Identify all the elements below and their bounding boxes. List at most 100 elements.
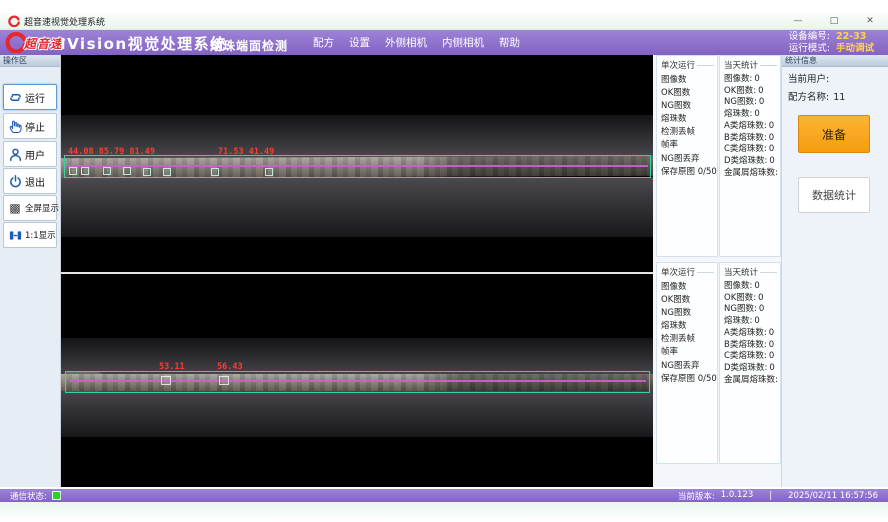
stat-row: NG图数:0 <box>724 97 780 109</box>
app-header: 超音速 IVision视觉处理系统 熔珠端面检测 配方 设置 外侧相机 内侧相机… <box>0 30 888 55</box>
today-stats-panel-top: 当天统计 图像数:0 OK图数:0 NG图数:0 熔珠数:0 A类熔珠数:0 B… <box>719 55 781 257</box>
stat-row: 图像数 <box>661 281 717 294</box>
info-panel-header: 统计信息 <box>782 55 888 67</box>
menu-item-recipe[interactable]: 配方 <box>313 35 334 50</box>
device-info: 设备编号: 22-33 运行模式: 手动调试 <box>789 32 874 54</box>
today-stats-title: 当天统计 <box>724 266 777 278</box>
menu-item-settings[interactable]: 设置 <box>349 35 370 50</box>
stat-row: 保存原图 0/500 <box>661 166 717 179</box>
single-run-panel-bottom: 单次运行 图像数 OK图数 NG图数 熔珠数 检测丢帧 帧率 NG图丢弃 保存原… <box>656 262 718 464</box>
run-button-label: 运行 <box>25 90 45 105</box>
menu-item-inner-camera[interactable]: 内侧相机 <box>442 35 484 50</box>
desktop-margin <box>0 502 888 522</box>
stat-row: 图像数 <box>661 74 717 87</box>
stat-row: 图像数:0 <box>724 281 780 293</box>
maximize-icon[interactable]: □ <box>828 14 840 29</box>
measurement-annotation: 44.08 85.79 81.49 <box>68 147 155 157</box>
single-run-title: 单次运行 <box>661 59 714 71</box>
minimize-icon[interactable]: — <box>792 14 804 29</box>
stat-row: 检测丢帧 <box>661 333 717 346</box>
stat-row: 金属屑熔珠数:0 <box>724 375 780 387</box>
menu-bar: 配方 设置 外侧相机 内侧相机 帮助 <box>313 30 520 55</box>
user-button-label: 用户 <box>25 147 45 162</box>
stat-row: C类熔珠数:0 <box>724 144 780 156</box>
stop-button[interactable]: 停止 <box>3 113 57 139</box>
version-value: 1.0.123 <box>721 490 753 502</box>
run-mode-value: 手动调试 <box>836 44 874 55</box>
comm-status-label: 通信状态: <box>10 490 47 502</box>
bead-marker-box <box>161 376 171 385</box>
today-stats-title: 当天统计 <box>724 59 777 71</box>
device-id-value: 22-33 <box>836 32 874 43</box>
measurement-annotation: 71.53 41.49 <box>218 147 274 157</box>
one-to-one-button[interactable]: 1:1显示 <box>3 222 57 248</box>
bead-marker-box <box>143 168 151 176</box>
user-button[interactable]: 用户 <box>3 141 57 167</box>
stat-row: NG图数 <box>661 100 717 113</box>
fullscreen-button[interactable]: ▩ 全屏显示 <box>3 195 57 221</box>
app-window: 超音速视觉处理系统 — □ ✕ 超音速 IVision视觉处理系统 熔珠端面检测… <box>0 0 888 522</box>
stat-row: 熔珠数:0 <box>724 316 780 328</box>
camera-viewport-top[interactable]: 44.08 85.79 81.49 71.53 41.49 <box>61 55 653 272</box>
camera-viewport-bottom[interactable]: 53.11 56.43 <box>61 274 653 487</box>
stat-row: 熔珠数 <box>661 320 717 333</box>
stat-row: 保存原图 0/500 <box>661 373 717 386</box>
stat-row: D类熔珠数:0 <box>724 363 780 375</box>
bead-marker-box <box>81 167 89 175</box>
stat-row: 金属屑熔珠数:0 <box>724 168 780 180</box>
stat-row: 帧率 <box>661 346 717 359</box>
bead-marker-box <box>219 376 229 385</box>
stat-row: NG图数 <box>661 307 717 320</box>
stat-row: OK图数 <box>661 294 717 307</box>
stat-row: NG图数:0 <box>724 304 780 316</box>
one-to-one-button-label: 1:1显示 <box>25 229 56 241</box>
recipe-name-value: 11 <box>833 92 845 103</box>
menu-item-help[interactable]: 帮助 <box>499 35 520 50</box>
image-band-lower <box>61 177 653 237</box>
page-title: IVision视觉处理系统 <box>60 33 227 54</box>
single-run-panel-top: 单次运行 图像数 OK图数 NG图数 熔珠数 检测丢帧 帧率 NG图丢弃 保存原… <box>656 55 718 257</box>
info-panel: 统计信息 当前用户: 配方名称: 11 准备 数据统计 <box>781 55 888 487</box>
run-cycle-icon <box>7 89 23 105</box>
stat-row: NG图丢弃 <box>661 360 717 373</box>
menu-item-outer-camera[interactable]: 外侧相机 <box>385 35 427 50</box>
exit-button[interactable]: 退出 <box>3 168 57 194</box>
window-controls: — □ ✕ <box>792 14 880 29</box>
today-stats-panel-bottom: 当天统计 图像数:0 OK图数:0 NG图数:0 熔珠数:0 A类熔珠数:0 B… <box>719 262 781 464</box>
measurement-line <box>70 380 646 382</box>
bead-marker-box <box>103 167 111 175</box>
stat-row: OK图数:0 <box>724 293 780 305</box>
measurement-annotation: 53.11 <box>159 362 185 372</box>
one-to-one-icon <box>7 227 23 243</box>
recipe-name-label: 配方名称: <box>788 92 829 103</box>
stat-row: 熔珠数:0 <box>724 109 780 121</box>
stat-row: OK图数 <box>661 87 717 100</box>
current-user-label: 当前用户: <box>788 74 829 85</box>
window-title: 超音速视觉处理系统 <box>24 15 105 28</box>
stat-row: 帧率 <box>661 139 717 152</box>
recipe-name-row: 配方名称: 11 <box>782 85 888 103</box>
stat-row: D类熔珠数:0 <box>724 156 780 168</box>
current-user-row: 当前用户: <box>782 67 888 85</box>
fullscreen-icon: ▩ <box>7 200 23 216</box>
status-bar-right: 当前版本: 1.0.123 | 2025/02/11 16:57:56 <box>678 490 878 502</box>
bead-marker-box <box>163 168 171 176</box>
status-bar: 通信状态: 当前版本: 1.0.123 | 2025/02/11 16:57:5… <box>0 489 888 502</box>
datetime-value: 2025/02/11 16:57:56 <box>788 491 878 501</box>
stat-row: 图像数:0 <box>724 74 780 86</box>
close-icon[interactable]: ✕ <box>864 14 876 29</box>
detection-roi-box <box>65 371 650 393</box>
measurement-line <box>68 165 648 167</box>
stop-button-label: 停止 <box>25 119 45 134</box>
run-button[interactable]: 运行 <box>3 84 57 110</box>
exit-button-label: 退出 <box>25 174 45 189</box>
image-band-lower <box>61 391 653 437</box>
status-separator: | <box>769 491 772 501</box>
stat-row: C类熔珠数:0 <box>724 351 780 363</box>
version-label: 当前版本: <box>678 490 715 502</box>
data-statistics-button[interactable]: 数据统计 <box>798 177 870 213</box>
prepare-button[interactable]: 准备 <box>798 115 870 153</box>
device-id-label: 设备编号: <box>789 32 830 43</box>
run-mode-label: 运行模式: <box>789 44 830 55</box>
stat-row: 熔珠数 <box>661 113 717 126</box>
